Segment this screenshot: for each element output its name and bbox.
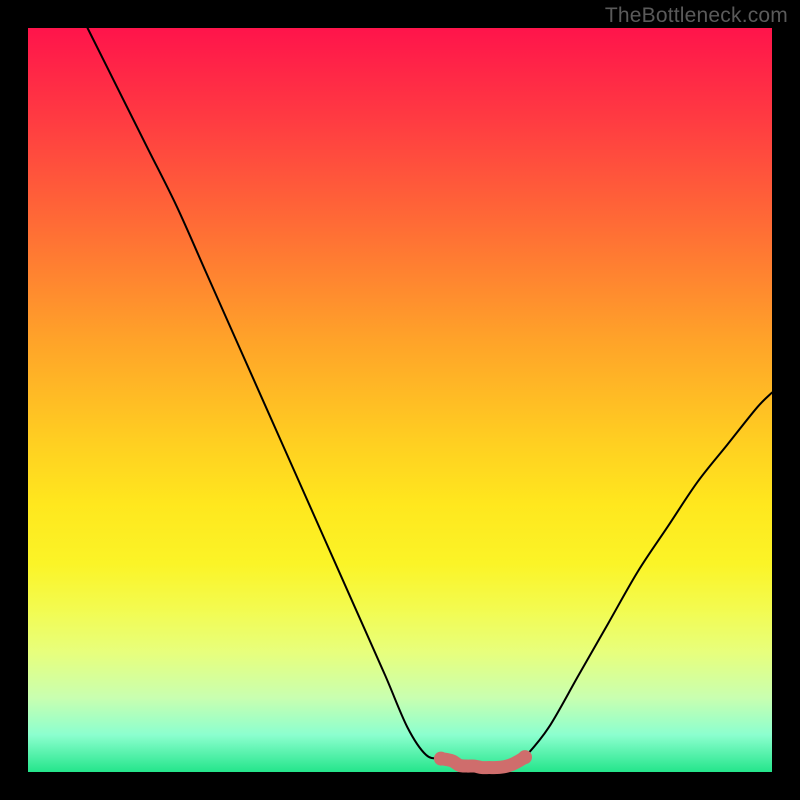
- bottom-highlight: [441, 757, 525, 768]
- chart-frame: TheBottleneck.com: [0, 0, 800, 800]
- watermark-text: TheBottleneck.com: [605, 4, 788, 28]
- highlight-endpoint: [518, 750, 532, 764]
- chart-svg: [28, 28, 772, 772]
- plot-area: [28, 28, 772, 772]
- highlight-endpoint: [434, 752, 448, 766]
- bottleneck-curve: [88, 28, 772, 768]
